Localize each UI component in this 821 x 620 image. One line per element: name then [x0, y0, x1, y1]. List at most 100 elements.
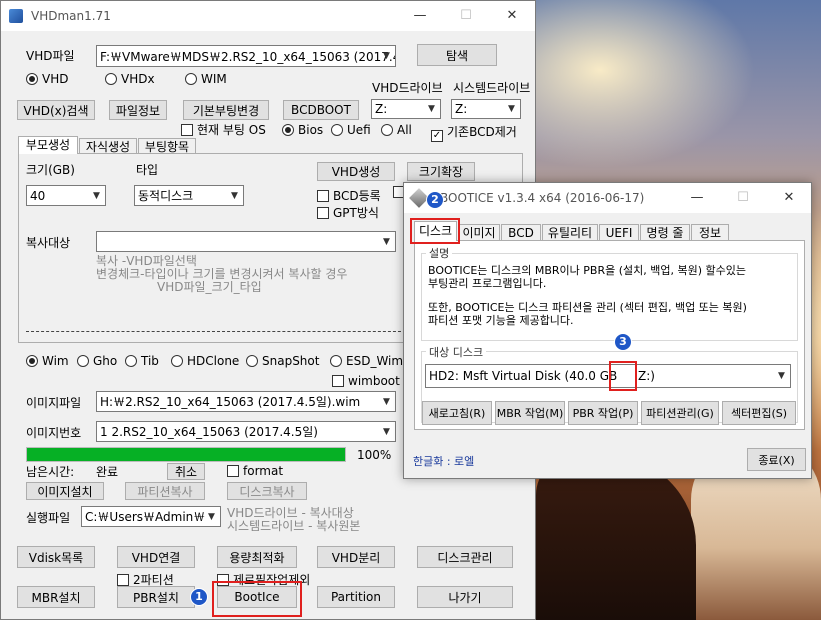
radio-gho[interactable]: Gho	[77, 354, 117, 368]
close-icon[interactable]: ✕	[766, 183, 812, 213]
radio-vhd[interactable]: VHD	[26, 72, 68, 86]
vhd-create-button[interactable]: VHD생성	[317, 162, 395, 181]
tab-image[interactable]: 이미지	[458, 224, 500, 241]
radio-on-icon	[26, 73, 38, 85]
radio-all[interactable]: All	[381, 123, 412, 137]
radio-wim[interactable]: WIM	[185, 72, 227, 86]
size-expand-button[interactable]: 크기확장	[407, 162, 475, 181]
remove-bcd-checkbox[interactable]: ✓ 기존BCD제거	[431, 123, 517, 142]
checkbox-icon	[332, 375, 344, 387]
radio-off-icon	[246, 355, 258, 367]
minimize-icon[interactable]: —	[397, 1, 443, 31]
bcdboot-button[interactable]: BCDBOOT	[283, 100, 359, 120]
target-disk-group-label: 대상 디스크	[426, 344, 487, 360]
tab-parent-create[interactable]: 부모생성	[18, 136, 78, 154]
exec-hint-2: 시스템드라이브 - 복사원본	[227, 519, 361, 533]
partition-button[interactable]: Partition	[317, 586, 395, 608]
radio-wim-format[interactable]: Wim	[26, 354, 69, 368]
exit-button[interactable]: 나가기	[417, 586, 513, 608]
checkbox-icon	[317, 207, 329, 219]
highlight-bootice	[212, 581, 302, 617]
target-disk-combo[interactable]: HD2: Msft Virtual Disk (40.0 GB Z:) ▼	[425, 364, 791, 388]
tab-uefi[interactable]: UEFI	[599, 224, 639, 241]
image-install-button[interactable]: 이미지설치	[26, 482, 104, 500]
bootice-title: BOOTICE v1.3.4 x64 (2016-06-17)	[440, 191, 645, 205]
radio-on-icon	[282, 124, 294, 136]
type-combo[interactable]: 동적디스크 ▼	[134, 185, 244, 206]
mbr-work-button[interactable]: MBR 작업(M)	[495, 401, 565, 425]
system-drive-combo[interactable]: Z: ▼	[451, 99, 521, 119]
highlight-drive-letter	[609, 361, 637, 391]
image-file-combo[interactable]: H:￦2.RS2_10_x64_15063 (2017.4.5일).wim ▼	[96, 391, 396, 412]
dashed-divider	[26, 331, 406, 332]
radio-snapshot[interactable]: SnapShot	[246, 354, 319, 368]
image-file-label: 이미지파일	[26, 396, 82, 410]
radio-tib[interactable]: Tib	[125, 354, 159, 368]
partition-mgmt-button[interactable]: 파티션관리(G)	[641, 401, 719, 425]
tab-utility[interactable]: 유틸리티	[542, 224, 598, 241]
radio-off-icon	[331, 124, 343, 136]
vhd-connect-button[interactable]: VHD연결	[117, 546, 195, 568]
radio-off-icon	[330, 355, 342, 367]
progress-fill	[27, 448, 345, 461]
tab-child-create[interactable]: 자식생성	[79, 138, 137, 154]
radio-bios[interactable]: Bios	[282, 123, 323, 137]
step-badge-1: 1	[190, 588, 208, 606]
gpt-mode-checkbox[interactable]: GPT방식	[317, 204, 379, 221]
radio-off-icon	[381, 124, 393, 136]
tab-bcd[interactable]: BCD	[501, 224, 541, 241]
radio-hdclone[interactable]: HDClone	[171, 354, 239, 368]
default-boot-button[interactable]: 기본부팅변경	[183, 100, 269, 120]
vhd-drive-combo[interactable]: Z: ▼	[371, 99, 441, 119]
size-combo[interactable]: 40 ▼	[26, 185, 106, 206]
tab-boot-entry[interactable]: 부팅항목	[138, 138, 196, 154]
vdisk-list-button[interactable]: Vdisk목록	[17, 546, 95, 568]
format-checkbox[interactable]: format	[227, 464, 283, 478]
radio-on-icon	[26, 355, 38, 367]
exec-file-combo[interactable]: C:￦Users￦Admin￦ ▼	[81, 506, 221, 527]
current-boot-os-checkbox[interactable]: 현재 부팅 OS	[181, 121, 266, 138]
radio-off-icon	[185, 73, 197, 85]
image-number-combo[interactable]: 1 2.RS2_10_x64_15063 (2017.4.5일) ▼	[96, 421, 396, 442]
disk-copy-button: 디스크복사	[227, 482, 307, 500]
mbr-install-button[interactable]: MBR설치	[17, 586, 95, 608]
maximize-icon[interactable]: ☐	[443, 1, 489, 31]
close-button[interactable]: 종료(X)	[747, 448, 806, 471]
copy-target-combo[interactable]: ▼	[96, 231, 396, 252]
pbr-install-button[interactable]: PBR설치	[117, 586, 195, 608]
system-drive-label: 시스템드라이브	[453, 81, 531, 95]
sector-edit-button[interactable]: 섹터편집(S)	[722, 401, 796, 425]
maximize-icon[interactable]: ☐	[720, 183, 766, 213]
chevron-down-icon: ▼	[428, 104, 435, 114]
tab-info[interactable]: 정보	[691, 224, 729, 241]
pbr-work-button[interactable]: PBR 작업(P)	[568, 401, 638, 425]
optimize-button[interactable]: 용량최적화	[217, 546, 297, 568]
cancel-button[interactable]: 취소	[167, 463, 205, 480]
radio-esd-wim[interactable]: ESD_Wim	[330, 354, 403, 368]
file-info-button[interactable]: 파일정보	[109, 100, 167, 120]
desc-line-2: 부팅관리 프로그램입니다.	[428, 277, 547, 290]
minimize-icon[interactable]: —	[674, 183, 720, 213]
vhd-detach-button[interactable]: VHD분리	[317, 546, 395, 568]
browse-button[interactable]: 탐색	[417, 44, 497, 66]
chevron-down-icon: ▼	[508, 104, 515, 114]
vhdx-search-button[interactable]: VHD(x)검색	[17, 100, 95, 120]
step-badge-2: 2	[426, 191, 444, 209]
checkbox-icon	[317, 190, 329, 202]
close-icon[interactable]: ✕	[489, 1, 535, 31]
chevron-down-icon: ▼	[383, 426, 390, 437]
vhdman-titlebar: VHDman1.71 — ☐ ✕	[1, 1, 535, 31]
vhd-file-combo[interactable]: F:￦VMware￦MDS￦2.RS2_10_x64_15063 (2017.4…	[96, 45, 396, 67]
checkbox-icon	[227, 465, 239, 477]
bcd-register-checkbox[interactable]: BCD등록	[317, 187, 381, 204]
disk-mgmt-button[interactable]: 디스크관리	[417, 546, 513, 568]
radio-uefi[interactable]: Uefi	[331, 123, 371, 137]
tab-command-line[interactable]: 명령 줄	[640, 224, 690, 241]
tab-disk[interactable]: 디스크	[414, 221, 457, 241]
radio-off-icon	[171, 355, 183, 367]
wimboot-checkbox[interactable]: wimboot	[332, 374, 400, 388]
remaining-value: 완료	[96, 465, 119, 479]
target-drive-letter: Z:)	[638, 369, 655, 383]
radio-vhdx[interactable]: VHDx	[105, 72, 155, 86]
refresh-button[interactable]: 새로고침(R)	[422, 401, 492, 425]
